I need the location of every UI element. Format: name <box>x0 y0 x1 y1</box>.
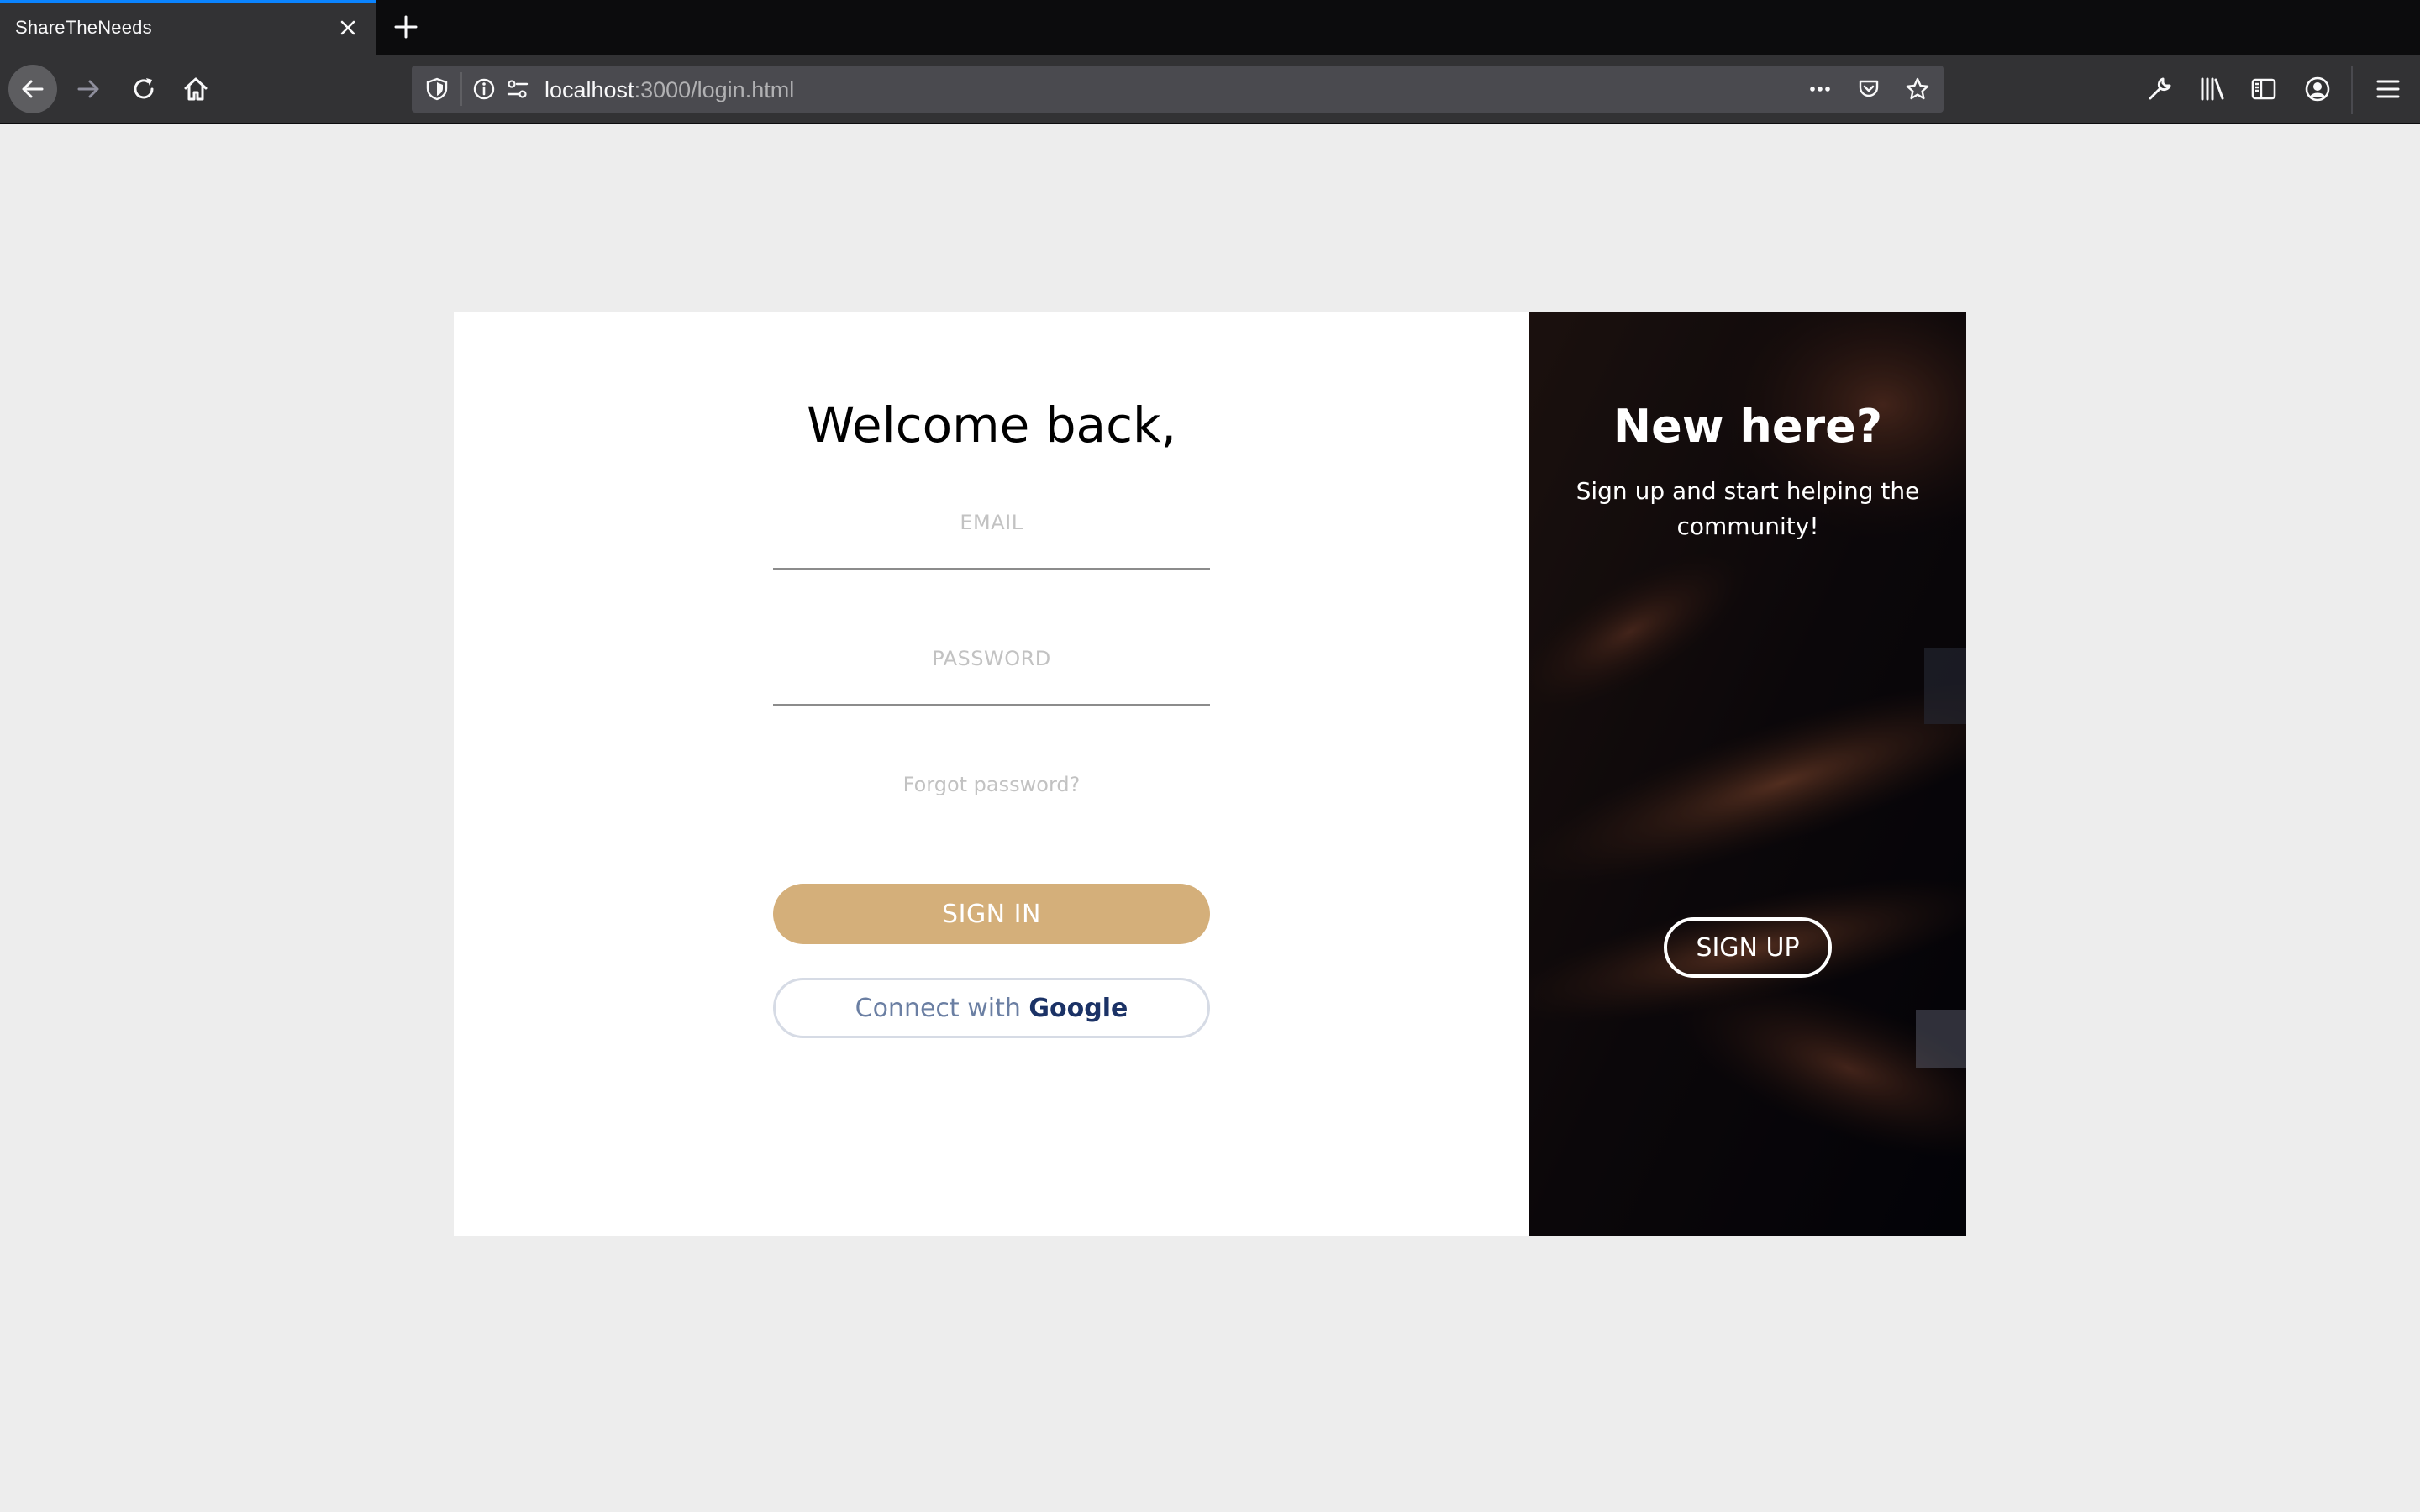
page-title: Welcome back, <box>806 396 1176 454</box>
tab-strip: ShareTheNeeds <box>0 0 2420 55</box>
account-icon[interactable] <box>2302 74 2333 104</box>
email-input[interactable] <box>773 533 1210 570</box>
browser-tab[interactable]: ShareTheNeeds <box>0 0 376 55</box>
sign-up-button[interactable]: SIGN UP <box>1664 917 1832 978</box>
navigation-toolbar: localhost:3000/login.html <box>0 55 2420 124</box>
address-bar[interactable]: localhost:3000/login.html <box>412 66 1944 113</box>
forward-arrow-icon <box>77 80 99 98</box>
sign-in-button[interactable]: SIGN IN <box>773 884 1210 944</box>
reload-icon <box>134 78 154 99</box>
email-label: EMAIL <box>960 511 1023 534</box>
plus-icon[interactable] <box>392 13 420 41</box>
reload-button[interactable] <box>119 65 168 113</box>
google-connect-button[interactable]: Connect with Google <box>773 978 1210 1038</box>
permissions-icon[interactable] <box>504 76 531 102</box>
promo-title: New here? <box>1612 400 1883 453</box>
password-label: PASSWORD <box>932 647 1051 670</box>
hamburger-menu-icon[interactable] <box>2373 74 2403 104</box>
close-icon[interactable] <box>334 14 361 41</box>
home-button[interactable] <box>171 65 220 113</box>
forward-button[interactable] <box>64 65 113 113</box>
url-host: localhost <box>544 77 634 102</box>
home-icon <box>184 77 208 101</box>
pocket-icon[interactable] <box>1855 76 1882 102</box>
sidebar-icon[interactable] <box>2249 74 2279 104</box>
more-icon[interactable] <box>1807 76 1833 102</box>
google-brand-text: Google <box>1028 993 1128 1023</box>
back-button[interactable] <box>8 65 57 113</box>
signup-promo-panel: New here? Sign up and start helping the … <box>1529 312 1966 1236</box>
library-icon[interactable] <box>2196 74 2227 104</box>
promo-subtitle: Sign up and start helping the community! <box>1576 477 1920 540</box>
password-field-group: PASSWORD <box>773 647 1210 706</box>
urlbar-divider <box>460 72 462 106</box>
shield-icon[interactable] <box>424 76 450 102</box>
back-arrow-icon <box>22 80 44 98</box>
wrench-icon[interactable] <box>2144 74 2175 104</box>
google-connect-prefix: Connect with <box>855 993 1021 1023</box>
login-card: Welcome back, EMAIL PASSWORD Forgot pass… <box>454 312 1966 1236</box>
star-icon[interactable] <box>1904 76 1931 102</box>
email-field-group: EMAIL <box>773 511 1210 570</box>
tab-loading-indicator <box>0 0 376 3</box>
info-icon[interactable] <box>471 76 497 102</box>
url-path: :3000/login.html <box>634 77 795 102</box>
forgot-password-link[interactable]: Forgot password? <box>454 773 1529 796</box>
toolbar-separator <box>2351 66 2353 114</box>
tab-title: ShareTheNeeds <box>15 17 152 38</box>
password-input[interactable] <box>773 669 1210 706</box>
signin-panel: Welcome back, EMAIL PASSWORD Forgot pass… <box>454 312 1529 1236</box>
url-text[interactable]: localhost:3000/login.html <box>544 77 794 103</box>
